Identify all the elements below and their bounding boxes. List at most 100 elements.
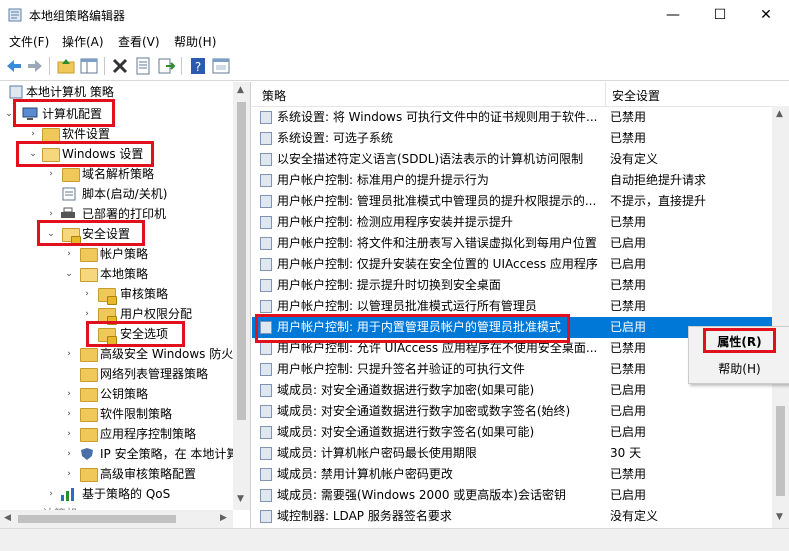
export-list-icon[interactable] xyxy=(156,56,176,76)
column-header-policy[interactable]: 策略 xyxy=(262,87,286,104)
policy-row[interactable]: 域成员: 需要强(Windows 2000 或更高版本)会话密钥 已启用 xyxy=(252,485,772,506)
policy-item-icon xyxy=(260,153,272,166)
tree-item-computer-config[interactable]: ⌄ 计算机配置 xyxy=(0,104,250,124)
minimize-button[interactable]: — xyxy=(650,0,696,30)
chevron-right-icon[interactable]: › xyxy=(64,464,74,484)
up-folder-icon[interactable] xyxy=(56,56,76,76)
back-icon[interactable] xyxy=(4,56,24,76)
policy-item-icon xyxy=(260,216,272,229)
scroll-up-arrow-icon[interactable]: ▲ xyxy=(776,109,783,119)
tree-item-network-list[interactable]: 网络列表管理器策略 xyxy=(0,364,250,384)
scroll-up-arrow-icon[interactable]: ▲ xyxy=(237,85,244,95)
policy-row[interactable]: 域成员: 对安全通道数据进行数字签名(如果可能) 已启用 xyxy=(252,422,772,443)
policy-row[interactable]: 域成员: 计算机帐户密码最长使用期限 30 天 xyxy=(252,443,772,464)
close-button[interactable]: ✕ xyxy=(743,0,789,30)
tree-item-audit-policy[interactable]: › 审核策略 xyxy=(0,284,250,305)
policy-setting-value: 已禁用 xyxy=(610,110,647,124)
context-menu-help[interactable]: 帮助(H) xyxy=(689,358,789,380)
toolbar-separator xyxy=(181,57,182,75)
tree-horizontal-scrollbar[interactable]: ◀ ▶ xyxy=(0,510,233,528)
chevron-right-icon[interactable]: › xyxy=(28,124,38,144)
context-menu-properties[interactable]: 属性(R) xyxy=(689,331,789,353)
column-divider[interactable] xyxy=(605,82,606,106)
policy-row[interactable]: 域控制器: LDAP 服务器签名要求 没有定义 xyxy=(252,506,772,527)
chevron-right-icon[interactable]: › xyxy=(64,244,74,264)
help-icon[interactable]: ? xyxy=(188,56,208,76)
console-icon[interactable] xyxy=(211,56,231,76)
tree-item-scripts[interactable]: 脚本(启动/关机) xyxy=(0,184,250,204)
policy-row[interactable]: 用户帐户控制: 管理员批准模式中管理员的提升权限提示的... 不提示，直接提升 xyxy=(252,191,772,212)
properties-icon[interactable] xyxy=(133,56,153,76)
chevron-right-icon[interactable]: › xyxy=(46,204,56,224)
scroll-down-arrow-icon[interactable]: ▼ xyxy=(237,494,244,504)
tree-item-software-restriction[interactable]: › 软件限制策略 xyxy=(0,404,250,424)
tree-item-qos[interactable]: › 基于策略的 QoS xyxy=(0,484,250,504)
tree-item-account-policies[interactable]: › 帐户策略 xyxy=(0,244,250,264)
tree-item-user-rights[interactable]: › 用户权限分配 xyxy=(0,304,250,325)
chevron-right-icon[interactable]: › xyxy=(64,344,74,364)
tree-label: 域名解析策略 xyxy=(82,167,155,181)
chevron-right-icon[interactable]: › xyxy=(82,304,92,324)
menu-file[interactable]: 文件(F) xyxy=(9,33,49,50)
show-hide-tree-icon[interactable] xyxy=(79,56,99,76)
policy-row[interactable]: 以安全描述符定义语言(SDDL)语法表示的计算机访问限制 没有定义 xyxy=(252,149,772,170)
policy-setting-value: 已启用 xyxy=(610,425,647,439)
policy-item-icon xyxy=(260,132,272,145)
maximize-button[interactable]: ☐ xyxy=(697,0,743,30)
list-vertical-scrollbar[interactable]: ▲ ▼ xyxy=(772,106,789,528)
policy-row[interactable]: 用户帐户控制: 标准用户的提升提示行为 自动拒绝提升请求 xyxy=(252,170,772,191)
tree-item-windows-settings[interactable]: ⌄ Windows 设置 xyxy=(0,144,250,164)
scroll-right-arrow-icon[interactable]: ▶ xyxy=(220,513,227,523)
chevron-right-icon[interactable]: › xyxy=(64,444,74,464)
chevron-right-icon[interactable]: › xyxy=(82,284,92,304)
chevron-right-icon[interactable]: › xyxy=(64,384,74,404)
column-header-setting[interactable]: 安全设置 xyxy=(612,87,660,104)
menu-help[interactable]: 帮助(H) xyxy=(174,33,216,50)
policy-row[interactable]: 系统设置: 将 Windows 可执行文件中的证书规则用于软件... 已禁用 xyxy=(252,107,772,128)
chevron-right-icon[interactable]: › xyxy=(46,484,56,504)
scroll-down-arrow-icon[interactable]: ▼ xyxy=(776,512,783,522)
tree-item-public-key[interactable]: › 公钥策略 xyxy=(0,384,250,404)
tree-item-dns[interactable]: › 域名解析策略 xyxy=(0,164,250,184)
policy-setting-value: 没有定义 xyxy=(610,509,659,523)
delete-icon[interactable] xyxy=(110,56,130,76)
tree-item-printers[interactable]: › 已部署的打印机 xyxy=(0,204,250,224)
policy-row[interactable]: 域成员: 禁用计算机帐户密码更改 已禁用 xyxy=(252,464,772,485)
tree-item-app-control[interactable]: › 应用程序控制策略 xyxy=(0,424,250,444)
chevron-down-icon[interactable]: ⌄ xyxy=(64,264,74,284)
chevron-down-icon[interactable]: ⌄ xyxy=(46,224,56,244)
tree-item-local-policies[interactable]: ⌄ 本地策略 xyxy=(0,264,250,284)
tree-item-software-settings[interactable]: › 软件设置 xyxy=(0,124,250,144)
toolbar: ? xyxy=(0,52,789,81)
chevron-right-icon[interactable]: › xyxy=(64,424,74,444)
policy-setting-value: 已启用 xyxy=(610,257,647,271)
policy-row[interactable]: 域成员: 对安全通道数据进行数字加密或数字签名(始终) 已启用 xyxy=(252,401,772,422)
scroll-thumb[interactable] xyxy=(18,515,176,523)
menu-view[interactable]: 查看(V) xyxy=(118,33,160,50)
tree-item-security-settings[interactable]: ⌄ 安全设置 xyxy=(0,224,250,245)
forward-icon[interactable] xyxy=(25,56,45,76)
scroll-thumb[interactable] xyxy=(776,406,785,496)
menu-action[interactable]: 操作(A) xyxy=(62,33,104,50)
tree-root-label: 本地计算机 策略 xyxy=(26,85,114,99)
folder-lock-icon xyxy=(98,288,117,305)
chevron-right-icon[interactable]: › xyxy=(64,404,74,424)
tree-item-advanced-audit[interactable]: › 高级审核策略配置 xyxy=(0,464,250,484)
scroll-thumb[interactable] xyxy=(237,102,246,420)
policy-row[interactable]: 用户帐户控制: 将文件和注册表写入错误虚拟化到每用户位置 已启用 xyxy=(252,233,772,254)
tree-item-ipsec[interactable]: › IP 安全策略，在 本地计算 xyxy=(0,444,250,464)
chevron-right-icon[interactable]: › xyxy=(46,164,56,184)
scroll-left-arrow-icon[interactable]: ◀ xyxy=(4,513,11,523)
policy-row[interactable]: 用户帐户控制: 提示提升时切换到安全桌面 已禁用 xyxy=(252,275,772,296)
chevron-down-icon[interactable]: ⌄ xyxy=(28,144,38,164)
policy-row[interactable]: 用户帐户控制: 仅提升安装在安全位置的 UIAccess 应用程序 已启用 xyxy=(252,254,772,275)
tree-label: 高级安全 Windows 防火 xyxy=(100,347,234,361)
tree-item-firewall[interactable]: › 高级安全 Windows 防火 xyxy=(0,344,250,364)
chevron-down-icon[interactable]: ⌄ xyxy=(4,104,14,124)
policy-row[interactable]: 系统设置: 可选子系统 已禁用 xyxy=(252,128,772,149)
tree-item-security-options[interactable]: 安全选项 xyxy=(0,324,250,345)
policy-row[interactable]: 用户帐户控制: 以管理员批准模式运行所有管理员 已禁用 xyxy=(252,296,772,317)
policy-item-icon xyxy=(260,300,272,313)
policy-row[interactable]: 用户帐户控制: 检测应用程序安装并提示提升 已禁用 xyxy=(252,212,772,233)
tree-vertical-scrollbar[interactable]: ▲ ▼ xyxy=(233,82,250,510)
